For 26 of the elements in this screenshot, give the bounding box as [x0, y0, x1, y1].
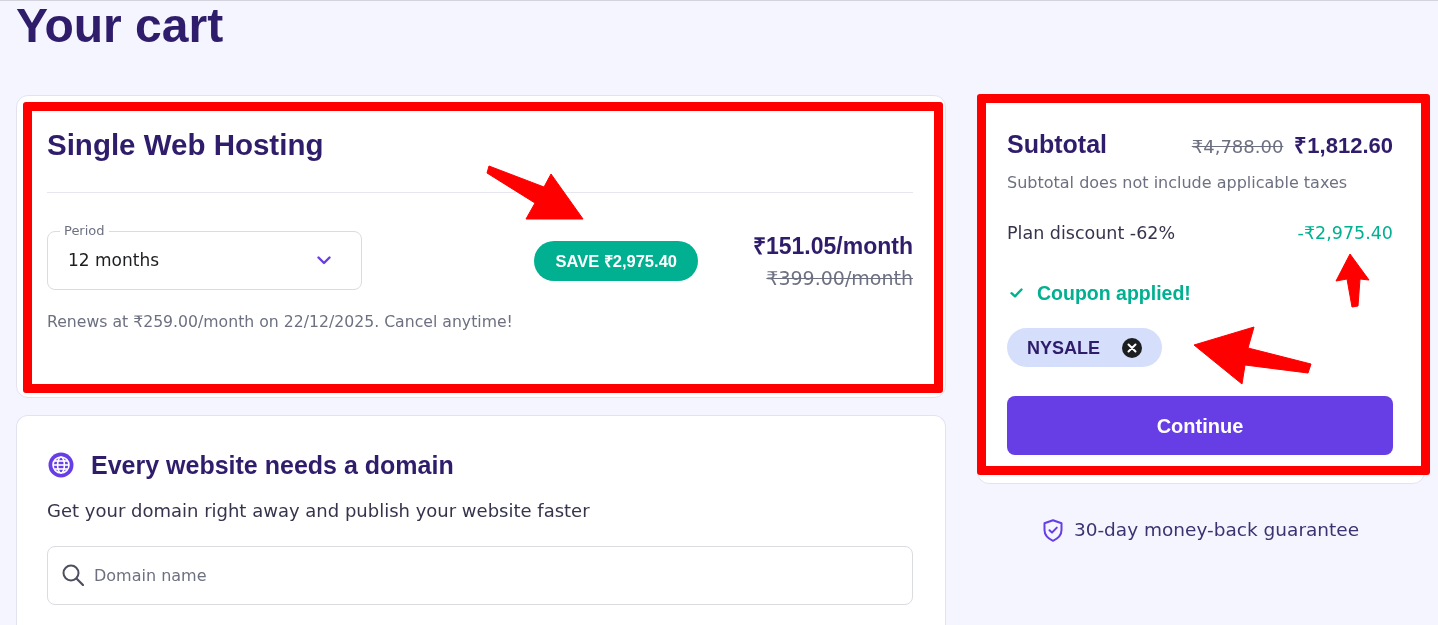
original-price: ₹399.00/month [766, 266, 913, 290]
period-dropdown[interactable]: Period 12 months [47, 224, 362, 290]
search-icon [62, 564, 84, 586]
subtotal-label: Subtotal [1007, 129, 1107, 159]
domain-heading: Every website needs a domain [91, 450, 454, 480]
guarantee-note: 30-day money-back guarantee [1073, 518, 1360, 542]
discount-amount: -₹2,975.40 [1297, 223, 1393, 243]
tax-note: Subtotal does not include applicable taxes [1007, 173, 1348, 193]
domain-subtitle: Get your domain right away and publish your website faster [47, 499, 590, 523]
domain-search-field[interactable]: Domain name [47, 546, 913, 605]
close-icon[interactable] [1122, 337, 1142, 358]
check-icon [1010, 288, 1023, 298]
continue-button[interactable]: Continue [1007, 396, 1393, 455]
monthly-price: ₹151.05/month [753, 232, 913, 260]
discount-label: Plan discount -62% [1007, 222, 1176, 245]
shield-check-icon [1042, 518, 1063, 542]
coupon-status: Coupon applied! [1037, 281, 1191, 305]
globe-icon [48, 452, 74, 478]
savings-badge: SAVE ₹2,975.40 [534, 241, 698, 281]
original-subtotal: ₹4,788.00 [1191, 135, 1284, 159]
subtotal-amount: ₹1,812.60 [1294, 132, 1393, 160]
plan-title: Single Web Hosting [47, 127, 324, 163]
chevron-down-icon [317, 255, 331, 265]
coupon-code: NYSALE [1027, 336, 1100, 360]
page-title: Your cart [16, 1, 224, 51]
renewal-note: Renews at ₹259.00/month on 22/12/2025. Cancel anytime! [47, 312, 513, 332]
